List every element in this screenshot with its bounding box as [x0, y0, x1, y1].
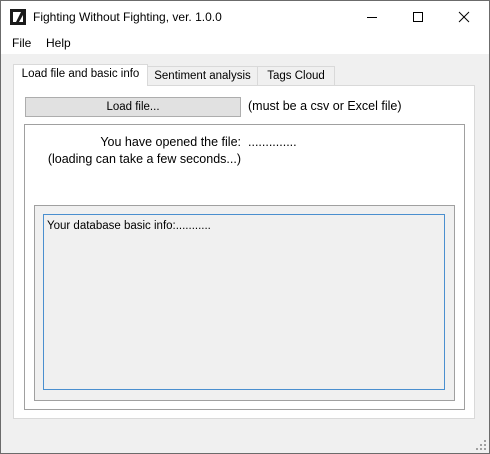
- menu-bar: File Help: [1, 33, 489, 54]
- opened-file-label: You have opened the file:: [100, 135, 241, 149]
- maximize-button[interactable]: [395, 1, 441, 33]
- maximize-icon: [413, 12, 423, 22]
- load-file-button[interactable]: Load file...: [25, 97, 241, 117]
- database-info-textbox[interactable]: [43, 214, 445, 390]
- minimize-button[interactable]: [349, 1, 395, 33]
- loading-note: (loading can take a few seconds...): [47, 152, 241, 166]
- opened-file-value: ..............: [248, 135, 297, 149]
- title-bar[interactable]: Fighting Without Fighting, ver. 1.0.0: [1, 1, 489, 33]
- close-icon: [458, 11, 470, 23]
- window-title: Fighting Without Fighting, ver. 1.0.0: [33, 10, 222, 24]
- resize-grip-icon[interactable]: [475, 439, 487, 451]
- menu-file[interactable]: File: [12, 36, 31, 50]
- close-button[interactable]: [441, 1, 487, 33]
- app-window: Fighting Without Fighting, ver. 1.0.0 Fi…: [0, 0, 490, 454]
- minimize-icon: [367, 17, 377, 18]
- database-info-text: Your database basic info:...........: [47, 220, 211, 232]
- tab-load-file[interactable]: Load file and basic info: [13, 64, 148, 86]
- file-type-hint: (must be a csv or Excel file): [248, 99, 402, 113]
- menu-help[interactable]: Help: [46, 36, 71, 50]
- tab-sentiment-analysis[interactable]: Sentiment analysis: [147, 66, 258, 85]
- tab-tags-cloud[interactable]: Tags Cloud: [257, 66, 335, 85]
- app-logo-icon: [10, 9, 26, 25]
